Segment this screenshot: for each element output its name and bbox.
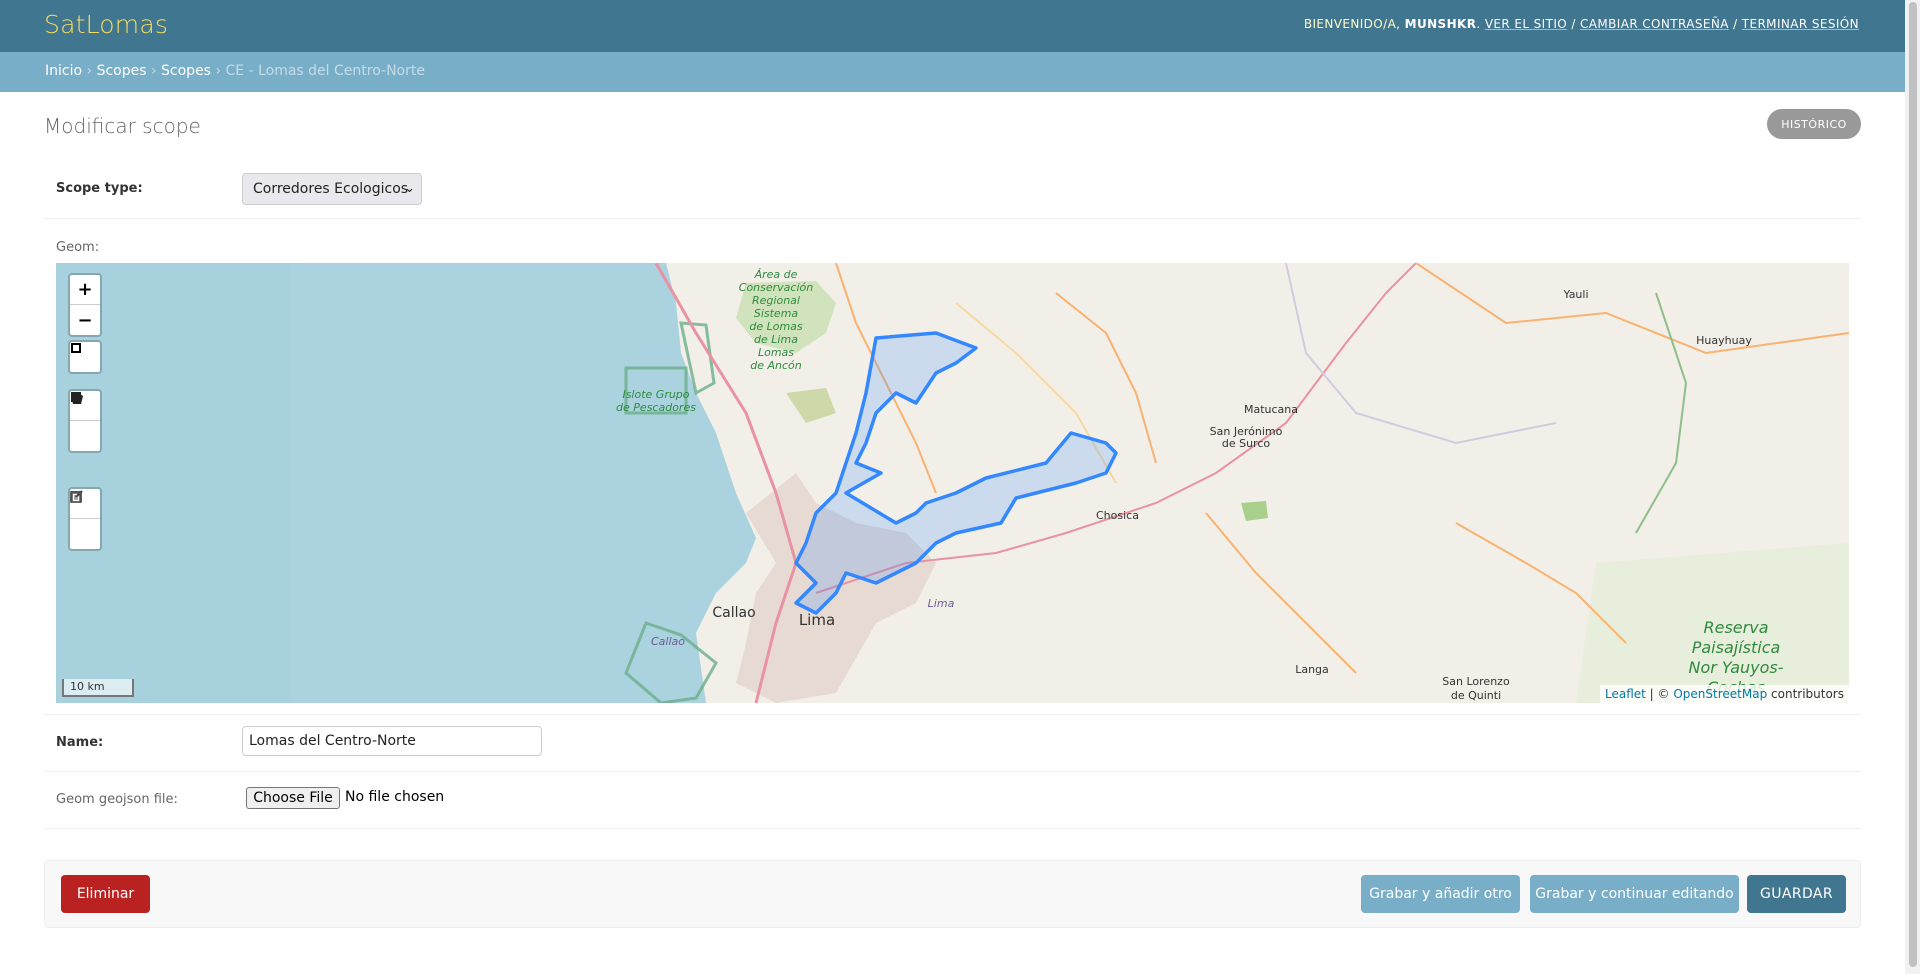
delete-button[interactable]: Eliminar — [61, 875, 150, 913]
breadcrumb-separator: › — [215, 63, 222, 79]
site-branding[interactable]: SatLomas — [44, 10, 168, 39]
green-patch-2 — [1241, 501, 1268, 521]
callao-label: Callao — [712, 605, 755, 621]
breadcrumb-separator: › — [86, 63, 93, 79]
marker-control — [68, 340, 102, 374]
save-and-add-button[interactable]: Grabar y añadir otro — [1361, 875, 1520, 913]
breadcrumb: Inicio › Scopes › Scopes › CE - Lomas de… — [0, 52, 1905, 92]
delete-tool-icon[interactable] — [70, 491, 100, 549]
lima-district-label: Lima — [928, 597, 955, 610]
history-button[interactable]: Histórico — [1767, 109, 1861, 139]
save-and-continue-button[interactable]: Grabar y continuar editando — [1530, 875, 1739, 913]
langa-label: Langa — [1295, 663, 1329, 676]
attribution-separator: | © — [1645, 687, 1674, 701]
lima-label: Lima — [799, 611, 835, 629]
save-button[interactable]: Guardar — [1747, 875, 1846, 913]
map-attribution: Leaflet | © OpenStreetMap contributors — [1600, 685, 1849, 703]
marker-tool-icon[interactable] — [70, 342, 100, 372]
geom-row: Geom: Área de Conservación Regional Sist… — [44, 220, 1861, 715]
reserva-label-1: Paisajística — [1692, 638, 1781, 657]
zoom-in-button[interactable]: + — [70, 275, 100, 305]
reserva-label-2: Nor Yauyos- — [1688, 658, 1783, 677]
chevron-down-icon: ⌄ — [404, 181, 415, 196]
breadcrumb-home[interactable]: Inicio — [45, 63, 82, 79]
matucana-label: Matucana — [1244, 403, 1298, 416]
huayhuay-label: Huayhuay — [1696, 334, 1752, 347]
acp-label-6: Lomas — [758, 346, 794, 359]
scope-type-select[interactable]: Corredores Ecologicos ⌄ — [242, 173, 422, 205]
scope-polygon — [794, 331, 1118, 615]
san-jeronimo-label-1: de Surco — [1222, 437, 1271, 450]
breadcrumb-current: CE - Lomas del Centro-Norte — [225, 63, 425, 79]
acp-label-1: Conservación — [739, 281, 813, 294]
user-tools: Bienvenido/a, munshkr. Ver el sitio / Ca… — [1303, 17, 1859, 31]
username: munshkr — [1404, 17, 1477, 31]
file-status: No file chosen — [345, 789, 445, 805]
name-label: Name: — [56, 735, 104, 750]
chosica-label: Chosica — [1096, 509, 1139, 522]
name-row: Name: — [44, 716, 1861, 772]
rectangle-tool-icon[interactable] — [70, 392, 100, 451]
breadcrumb-app[interactable]: Scopes — [97, 63, 147, 79]
change-password-link[interactable]: Cambiar contraseña — [1580, 17, 1729, 31]
edit-control — [68, 487, 102, 551]
scrollbar[interactable] — [1905, 0, 1920, 974]
leaflet-link[interactable]: Leaflet — [1605, 687, 1646, 701]
name-input[interactable] — [242, 726, 542, 756]
yauli-label: Yauli — [1562, 288, 1588, 301]
geojson-row: Geom geojson file: Choose File No file c… — [44, 773, 1861, 829]
separator: / — [1567, 17, 1580, 31]
welcome-text: Bienvenido/a, — [1303, 17, 1401, 31]
islote-label-1: de Pescadores — [616, 401, 696, 414]
zoom-out-button[interactable]: − — [70, 305, 100, 335]
acp-label-0: Área de — [754, 268, 798, 281]
draw-control — [68, 389, 102, 453]
zoom-control: + − — [68, 273, 102, 337]
acp-label-4: de Lomas — [749, 320, 803, 333]
acp-label-3: Sistema — [754, 307, 799, 320]
header: SatLomas Bienvenido/a, munshkr. Ver el s… — [0, 0, 1905, 52]
acp-label-7: de Ancón — [750, 359, 802, 372]
islote-label-0: Islote Grupo — [622, 388, 689, 401]
scale-bar: 10 km — [62, 679, 134, 697]
scope-type-row: Scope type: Corredores Ecologicos ⌄ — [44, 163, 1861, 219]
callao-water-label: Callao — [651, 635, 685, 648]
san-lorenzo-label-0: San Lorenzo — [1442, 675, 1510, 688]
green-patch — [786, 388, 836, 423]
geojson-label: Geom geojson file: — [56, 792, 178, 807]
view-site-link[interactable]: Ver el sitio — [1485, 17, 1567, 31]
map-tiles: Área de Conservación Regional Sistema de… — [56, 263, 1849, 703]
page-title: Modificar scope — [44, 114, 201, 138]
separator: / — [1728, 17, 1742, 31]
attribution-suffix: contributors — [1767, 687, 1844, 701]
choose-file-button[interactable]: Choose File — [246, 787, 340, 809]
breadcrumb-model[interactable]: Scopes — [161, 63, 211, 79]
acp-label-2: Regional — [752, 294, 800, 307]
osm-link[interactable]: OpenStreetMap — [1673, 687, 1767, 701]
scope-type-value: Corredores Ecologicos — [253, 181, 409, 197]
acp-label-5: de Lima — [754, 333, 798, 346]
reserva-label-0: Reserva — [1704, 618, 1769, 637]
map-widget[interactable]: Área de Conservación Regional Sistema de… — [56, 263, 1849, 703]
geom-label: Geom: — [56, 240, 100, 255]
breadcrumb-separator: › — [150, 63, 157, 79]
logout-link[interactable]: Terminar sesión — [1742, 17, 1859, 31]
san-lorenzo-label-1: de Quinti — [1451, 689, 1501, 702]
scope-type-label: Scope type: — [56, 181, 143, 196]
scrollbar-thumb[interactable] — [1909, 2, 1917, 967]
submit-row: Eliminar Grabar y añadir otro Grabar y c… — [44, 860, 1861, 928]
